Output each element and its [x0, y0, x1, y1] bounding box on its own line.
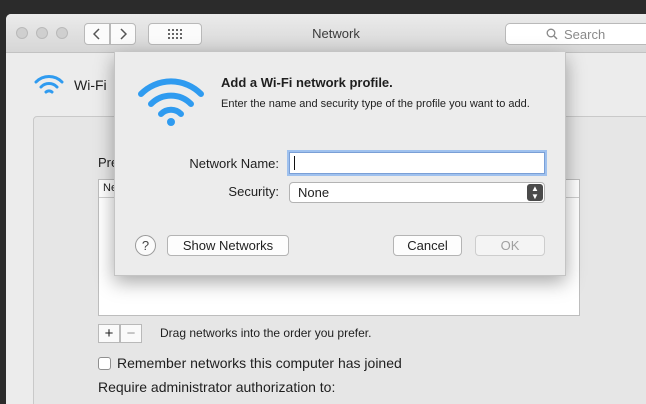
remove-network-button[interactable]: −	[120, 324, 142, 343]
dialog-title: Add a Wi-Fi network profile.	[221, 75, 393, 90]
title-bar: Network Search	[6, 14, 646, 53]
remember-networks-checkbox[interactable]	[98, 356, 111, 370]
dialog-description: Enter the name and security type of the …	[221, 98, 530, 110]
ok-button[interactable]: OK	[475, 235, 545, 256]
remember-networks-row[interactable]: Remember networks this computer has join…	[98, 355, 402, 371]
remember-networks-label: Remember networks this computer has join…	[117, 355, 402, 371]
wifi-label: Wi-Fi	[74, 77, 107, 93]
help-button[interactable]: ?	[135, 235, 156, 256]
network-name-field[interactable]	[289, 152, 545, 174]
show-networks-button[interactable]: Show Networks	[167, 235, 289, 256]
wifi-header: Wi-Fi	[34, 73, 107, 97]
security-value: None	[298, 185, 330, 200]
search-placeholder: Search	[564, 26, 606, 42]
text-caret	[294, 156, 295, 170]
network-name-label: Network Name:	[189, 156, 279, 171]
security-label: Security:	[228, 184, 279, 199]
help-icon: ?	[141, 238, 150, 253]
add-network-button[interactable]: +	[98, 324, 120, 343]
wifi-icon	[34, 75, 64, 94]
wifi-large-icon	[137, 74, 205, 131]
add-wifi-profile-dialog: Add a Wi-Fi network profile. Enter the n…	[114, 52, 566, 276]
search-icon	[546, 28, 558, 40]
select-arrows-icon: ▲ ▼	[527, 184, 543, 201]
security-select[interactable]: None ▲ ▼	[289, 182, 545, 203]
search-field[interactable]: Search	[505, 23, 646, 45]
drag-hint-text: Drag networks into the order you prefer.	[160, 326, 372, 340]
cancel-button[interactable]: Cancel	[393, 235, 462, 256]
require-admin-label: Require administrator authorization to:	[98, 379, 336, 395]
